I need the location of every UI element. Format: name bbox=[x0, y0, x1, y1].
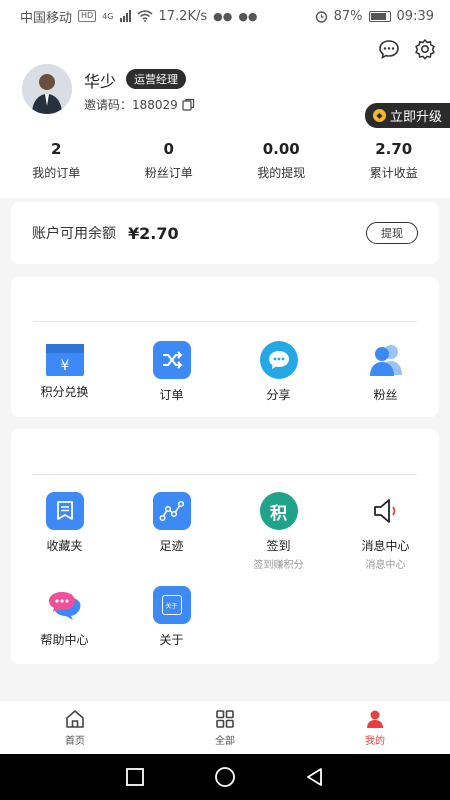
shuffle-icon bbox=[152, 341, 191, 379]
grid-item-points-exchange[interactable]: ¥ 积分兑换 bbox=[11, 341, 118, 400]
grid-item-footprint[interactable]: 足迹 bbox=[118, 492, 225, 554]
stat-total-earnings[interactable]: 2.70 累计收益 bbox=[338, 138, 450, 181]
alarm-icon bbox=[315, 10, 327, 23]
grid-item-favorites[interactable]: 收藏夹 bbox=[11, 492, 118, 554]
tab-mine[interactable]: 我的 bbox=[300, 701, 450, 754]
clock: 09:39 bbox=[396, 8, 434, 24]
checkin-icon: 积 bbox=[259, 492, 298, 530]
upgrade-button[interactable]: ◆ 立即升级 bbox=[364, 103, 450, 128]
stat-value: 0 bbox=[163, 140, 174, 158]
upgrade-label: 立即升级 bbox=[389, 110, 442, 125]
message-icon[interactable] bbox=[378, 38, 400, 60]
checkin-glyph: 积 bbox=[270, 503, 287, 524]
tab-label: 首页 bbox=[65, 735, 85, 747]
grid-label: 分享 bbox=[266, 388, 291, 402]
hd-badge: HD bbox=[78, 10, 97, 22]
balance-amount: ¥2.70 bbox=[128, 223, 179, 243]
tab-home[interactable]: 首页 bbox=[0, 701, 150, 754]
tab-label: 我的 bbox=[365, 735, 385, 747]
system-nav-bar bbox=[0, 754, 450, 800]
recents-icon[interactable] bbox=[125, 767, 145, 787]
tools-card: 收藏夹 足迹 积 签到 签到赚积分 消息中心 消息中心 帮助中心 关于 关于 bbox=[11, 429, 439, 664]
invite-code: 邀请码：188029 bbox=[84, 98, 178, 112]
grid-label: 收藏夹 bbox=[46, 539, 83, 553]
grid-icon bbox=[216, 709, 234, 728]
grid-item-checkin[interactable]: 积 签到 签到赚积分 bbox=[225, 492, 332, 571]
grid-label: 帮助中心 bbox=[40, 633, 89, 647]
stat-value: 2 bbox=[51, 140, 62, 158]
grid-label: 订单 bbox=[159, 388, 184, 402]
stat-my-orders[interactable]: 2 我的订单 bbox=[0, 138, 113, 181]
grid-label: 消息中心 bbox=[361, 539, 410, 553]
help-chat-icon bbox=[46, 586, 84, 624]
wifi-icon bbox=[137, 10, 152, 22]
grid-label: 足迹 bbox=[159, 539, 184, 553]
invite-code-row: 邀请码：188029 bbox=[84, 96, 195, 113]
about-glyph: 关于 bbox=[161, 595, 182, 615]
home-nav-icon[interactable] bbox=[214, 766, 236, 788]
back-icon[interactable] bbox=[305, 767, 325, 787]
tab-label: 全部 bbox=[215, 735, 235, 747]
grid-item-about[interactable]: 关于 关于 bbox=[118, 586, 225, 648]
stat-label: 我的订单 bbox=[32, 166, 81, 180]
stat-label: 粉丝订单 bbox=[144, 166, 193, 180]
bookmark-icon bbox=[45, 492, 84, 530]
grid-label: 签到 bbox=[266, 539, 291, 553]
stat-value: 2.70 bbox=[375, 140, 413, 158]
gear-icon[interactable] bbox=[414, 38, 436, 60]
grid-item-share[interactable]: 分享 bbox=[225, 341, 332, 403]
stat-withdrawals[interactable]: 0.00 我的提现 bbox=[225, 138, 338, 181]
exchange-icon: ¥ bbox=[45, 344, 84, 376]
wechat-icon: ●● bbox=[213, 9, 233, 23]
stat-value: 0.00 bbox=[262, 140, 300, 158]
grid-sublabel: 消息中心 bbox=[365, 560, 406, 571]
network-speed: 17.2K/s bbox=[158, 8, 208, 24]
stat-fan-orders[interactable]: 0 粉丝订单 bbox=[113, 138, 226, 181]
signal-icon bbox=[119, 10, 131, 22]
home-icon bbox=[66, 709, 84, 728]
username: 华少 bbox=[84, 72, 117, 91]
divider bbox=[33, 321, 417, 322]
profile-header: 华少 运营经理 邀请码：188029 ◆ 立即升级 2 我的订单 0 粉丝订单 … bbox=[0, 32, 450, 198]
tab-all[interactable]: 全部 bbox=[150, 701, 300, 754]
top-actions bbox=[378, 38, 436, 60]
battery-percent: 87% bbox=[333, 8, 363, 24]
status-left: 中国移动 HD 4G 17.2K/s ●● ●● bbox=[20, 7, 258, 26]
grid-label: 粉丝 bbox=[373, 388, 398, 402]
status-bar: 中国移动 HD 4G 17.2K/s ●● ●● 87% 09:39 bbox=[0, 0, 450, 32]
services-card: ¥ 积分兑换 订单 分享 粉丝 bbox=[11, 277, 439, 417]
stats-row: 2 我的订单 0 粉丝订单 0.00 我的提现 2.70 累计收益 bbox=[0, 138, 450, 181]
grid-item-fans[interactable]: 粉丝 bbox=[332, 341, 439, 403]
carrier-text: 中国移动 bbox=[20, 10, 73, 26]
bottom-tab-bar: 首页 全部 我的 bbox=[0, 700, 450, 754]
footprint-icon bbox=[152, 492, 191, 530]
wechat-icon-2: ●● bbox=[238, 9, 258, 23]
divider bbox=[33, 474, 417, 475]
diamond-icon: ◆ bbox=[372, 109, 386, 122]
grid-item-messages[interactable]: 消息中心 消息中心 bbox=[332, 492, 439, 571]
battery-icon bbox=[368, 10, 391, 22]
status-right: 87% 09:39 bbox=[315, 9, 434, 24]
network-type: 4G bbox=[102, 11, 114, 21]
copy-icon[interactable] bbox=[182, 98, 195, 111]
chat-share-icon bbox=[259, 341, 298, 379]
grid-item-orders[interactable]: 订单 bbox=[118, 341, 225, 403]
stat-label: 累计收益 bbox=[369, 166, 418, 180]
role-badge: 运营经理 bbox=[126, 69, 186, 89]
grid-label: 关于 bbox=[159, 633, 184, 647]
speaker-icon bbox=[367, 492, 405, 530]
fans-icon bbox=[367, 341, 405, 379]
grid-label: 积分兑换 bbox=[40, 385, 89, 399]
avatar[interactable] bbox=[22, 64, 72, 114]
balance-label: 账户可用余额 bbox=[32, 226, 116, 242]
grid-item-help[interactable]: 帮助中心 bbox=[11, 586, 118, 648]
person-icon bbox=[367, 710, 383, 728]
stat-label: 我的提现 bbox=[257, 166, 306, 180]
about-icon: 关于 bbox=[152, 586, 191, 624]
balance-card: 账户可用余额 ¥2.70 提现 bbox=[11, 202, 439, 264]
withdraw-button[interactable]: 提现 bbox=[366, 222, 418, 244]
grid-sublabel: 签到赚积分 bbox=[253, 560, 304, 571]
svg-text:¥: ¥ bbox=[60, 358, 69, 374]
